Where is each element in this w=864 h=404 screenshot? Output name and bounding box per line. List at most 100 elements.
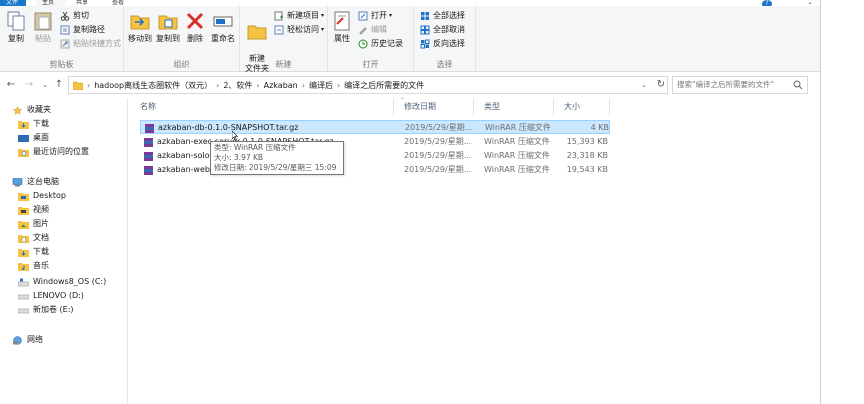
copy-to-label: 复制到 (156, 34, 180, 43)
copy-to-button[interactable]: 复制到 (154, 10, 182, 44)
breadcrumb-item[interactable]: Azkaban (264, 81, 298, 90)
copy-button[interactable]: 复制 (4, 10, 28, 44)
move-to-icon (130, 15, 150, 30)
select-all-label: 全部选择 (433, 11, 465, 20)
breadcrumb-item[interactable]: hadoop离线生态圈软件（双元） (94, 80, 212, 91)
new-group: 新建 文件夹 新建项目 ▾ 轻松访问 ▾ 新建 (240, 6, 328, 73)
videos-folder-icon (18, 206, 29, 215)
up-arrow-icon[interactable]: ↑ (52, 78, 66, 92)
easy-access-label: 轻松访问 (287, 25, 319, 34)
sidebar-item-label: 桌面 (33, 133, 49, 142)
history-button[interactable]: 历史记录 (358, 38, 403, 50)
system-drive-icon (18, 278, 29, 286)
new-item-button[interactable]: 新建项目 ▾ (274, 10, 324, 22)
delete-x-icon (186, 12, 204, 30)
easy-access-button[interactable]: 轻松访问 ▾ (274, 24, 324, 36)
sidebar-item-label: Windows8_OS (C:) (33, 277, 107, 286)
file-type: WinRAR 压缩文件 (485, 123, 551, 132)
edit-button[interactable]: 编辑 (358, 24, 387, 36)
breadcrumb-item[interactable]: 2、软件 (223, 80, 252, 91)
organize-group: 移动到 复制到 删除 重命名 组织 (124, 6, 240, 72)
documents-folder-icon (18, 234, 29, 243)
sidebar-item-drive-d[interactable]: LENOVO (D:) (18, 290, 84, 302)
navigation-pane: 收藏夹 下载 桌面 最近访问的位置 这台电脑 Desktop 视频 图片 文档 … (0, 98, 128, 404)
breadcrumb-item[interactable]: 编译后 (309, 80, 333, 91)
forward-arrow-icon[interactable]: → (22, 78, 36, 92)
rename-button[interactable]: 重命名 (208, 10, 238, 44)
desktop-folder-icon (18, 192, 29, 201)
edit-label: 编辑 (371, 25, 387, 34)
paste-button[interactable]: 粘贴 (30, 10, 56, 44)
sidebar-item-pc-desktop[interactable]: Desktop (18, 190, 66, 202)
sidebar-item-desktop[interactable]: 桌面 (18, 132, 49, 144)
sidebar-item-label: 视频 (33, 205, 49, 214)
column-header-date[interactable]: 修改日期 (394, 98, 474, 116)
sidebar-item-this-pc[interactable]: 这台电脑 (12, 176, 59, 188)
select-none-button[interactable]: 全部取消 (420, 24, 465, 36)
select-all-button[interactable]: 全部选择 (420, 10, 465, 22)
breadcrumb-separator-icon: › (87, 80, 91, 90)
column-header-size[interactable]: 大小 (554, 98, 610, 116)
rename-label: 重命名 (211, 34, 235, 43)
sidebar-item-drive-e[interactable]: 新加卷 (E:) (18, 304, 74, 316)
sidebar-item-videos[interactable]: 视频 (18, 204, 49, 216)
sidebar-item-music[interactable]: 音乐 (18, 260, 49, 272)
cut-label: 剪切 (73, 11, 89, 20)
sidebar-item-recent[interactable]: 最近访问的位置 (18, 146, 89, 158)
file-row[interactable]: azkaban-db-0.1.0-SNAPSHOT.tar.gz 2019/5/… (140, 120, 610, 134)
copy-path-button[interactable]: 复制路径 (60, 24, 105, 36)
downloads-folder-icon (18, 120, 29, 129)
copy-to-icon (158, 15, 178, 30)
back-arrow-icon[interactable]: ← (4, 78, 18, 92)
recent-places-icon (18, 148, 29, 157)
search-input[interactable]: 搜索"编译之后所需要的文件" (672, 76, 808, 94)
sidebar-item-label: 下载 (33, 247, 49, 256)
properties-button[interactable]: 属性 (330, 10, 354, 44)
open-button[interactable]: 打开 ▾ (358, 10, 392, 22)
sidebar-item-drive-c[interactable]: Windows8_OS (C:) (18, 276, 106, 288)
move-to-button[interactable]: 移动到 (126, 10, 154, 44)
select-none-icon (420, 25, 430, 35)
select-group-label: 选择 (436, 60, 453, 69)
sidebar-item-documents[interactable]: 文档 (18, 232, 49, 244)
sidebar-item-pc-downloads[interactable]: 下载 (18, 246, 49, 258)
file-size: 15,393 KB (566, 137, 608, 146)
invert-selection-icon (420, 39, 430, 49)
invert-selection-button[interactable]: 反向选择 (420, 38, 465, 50)
copy-label: 复制 (8, 34, 24, 43)
sidebar-item-downloads[interactable]: 下载 (18, 118, 49, 130)
sidebar-item-label: 最近访问的位置 (33, 147, 89, 156)
move-to-label: 移动到 (128, 34, 152, 43)
new-folder-icon (247, 25, 267, 40)
sidebar-item-label: Desktop (33, 191, 66, 200)
sidebar-item-label: 收藏夹 (27, 105, 51, 114)
delete-button[interactable]: 删除 (184, 10, 206, 44)
paste-shortcut-label: 粘贴快捷方式 (73, 39, 121, 48)
new-item-label: 新建项目 (287, 11, 319, 20)
invert-selection-label: 反向选择 (433, 39, 465, 48)
file-type: WinRAR 压缩文件 (484, 137, 550, 146)
sidebar-item-network[interactable]: 网络 (12, 334, 43, 346)
column-header-type[interactable]: 类型 (474, 98, 554, 116)
sidebar-item-pictures[interactable]: 图片 (18, 218, 49, 230)
recent-locations-chevron-icon[interactable]: ⌄ (38, 78, 52, 92)
breadcrumb-item[interactable]: 编译之后所需要的文件 (344, 80, 424, 91)
cut-button[interactable]: 剪切 (60, 10, 89, 22)
winrar-archive-icon (145, 123, 154, 133)
address-dropdown-icon[interactable]: ⌄ (641, 81, 647, 89)
file-date: 2019/5/29/星期... (404, 165, 472, 174)
scissors-icon (60, 11, 70, 21)
copy-path-label: 复制路径 (73, 25, 105, 34)
properties-icon (334, 11, 350, 31)
window-edge (820, 0, 864, 404)
copy-path-icon (60, 25, 70, 35)
clipboard-group-label: 剪贴板 (49, 60, 74, 69)
desktop-icon (18, 134, 29, 142)
refresh-icon[interactable]: ↻ (654, 76, 668, 94)
address-bar[interactable]: › hadoop离线生态圈软件（双元） › 2、软件 › Azkaban › 编… (68, 76, 668, 94)
column-header-name[interactable]: 名称 (130, 98, 394, 116)
paste-shortcut-button[interactable]: 粘贴快捷方式 (60, 38, 121, 50)
folder-icon (73, 81, 83, 90)
easy-access-dropdown-icon: ▾ (321, 26, 325, 33)
sidebar-item-favorites[interactable]: 收藏夹 (12, 104, 51, 116)
